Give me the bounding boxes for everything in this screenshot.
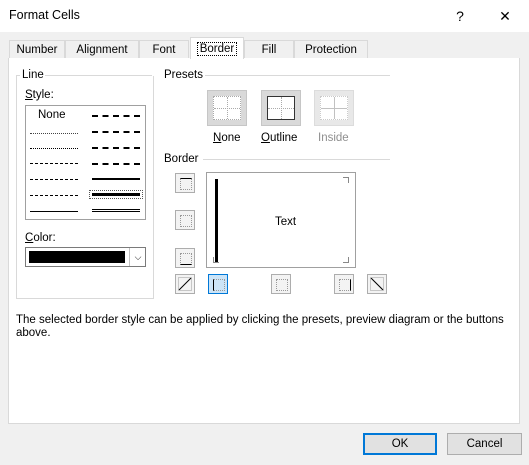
tab-fill[interactable]: Fill xyxy=(244,40,294,58)
tab-border-label: Border xyxy=(196,42,238,56)
style-dashed[interactable] xyxy=(30,195,78,196)
border-rule xyxy=(203,159,390,160)
border-bottom-button[interactable] xyxy=(175,248,195,268)
border-top-button[interactable] xyxy=(175,173,195,193)
style-list[interactable]: None xyxy=(25,105,146,220)
ok-button[interactable]: OK xyxy=(363,433,437,455)
tab-number[interactable]: Number xyxy=(9,40,65,58)
help-button[interactable]: ? xyxy=(449,6,471,26)
preset-none-button[interactable] xyxy=(207,90,247,126)
color-swatch xyxy=(29,251,125,263)
corner-mark xyxy=(343,257,349,263)
color-label: Color: xyxy=(25,232,56,244)
style-medium-dash-dot-dot[interactable] xyxy=(92,115,140,117)
diagonal-up-icon xyxy=(178,277,192,291)
style-none[interactable]: None xyxy=(38,109,66,121)
style-double[interactable] xyxy=(92,209,140,212)
style-dash-dot-dot[interactable] xyxy=(30,163,78,164)
border-inside-vertical-button[interactable] xyxy=(271,274,291,294)
hint-text: The selected border style can be applied… xyxy=(16,314,504,339)
presets-rule xyxy=(205,75,390,76)
border-right-button[interactable] xyxy=(334,274,354,294)
tab-alignment[interactable]: Alignment xyxy=(65,40,139,58)
corner-mark xyxy=(213,257,219,263)
corner-mark xyxy=(343,177,349,183)
close-button[interactable]: ✕ xyxy=(494,6,516,26)
tab-font[interactable]: Font xyxy=(139,40,189,58)
border-left-button[interactable] xyxy=(208,274,228,294)
preset-inside-button[interactable] xyxy=(314,90,354,126)
style-thin[interactable] xyxy=(30,211,78,212)
chevron-down-icon[interactable]: ⌵ xyxy=(129,248,146,266)
diagonal-down-icon xyxy=(370,277,384,291)
style-label: Style: xyxy=(25,89,54,101)
line-group-title: Line xyxy=(22,69,44,81)
cancel-button[interactable]: Cancel xyxy=(447,433,522,455)
line-group-rule-left xyxy=(16,75,20,76)
style-slant-dash-dot[interactable] xyxy=(92,131,140,133)
style-dash-dot[interactable] xyxy=(30,179,78,180)
window-title: Format Cells xyxy=(9,8,80,22)
style-medium-dash-dot[interactable] xyxy=(92,147,140,149)
style-hair[interactable] xyxy=(30,133,78,134)
line-group-rule-right xyxy=(45,75,152,76)
style-medium[interactable] xyxy=(92,178,140,180)
style-dotted[interactable] xyxy=(30,148,78,149)
preset-none-label: None xyxy=(213,132,241,144)
border-title: Border xyxy=(164,153,199,165)
border-diagonal-up-button[interactable] xyxy=(175,274,195,294)
style-medium-dashed[interactable] xyxy=(92,163,140,165)
border-inside-horizontal-button[interactable] xyxy=(175,210,195,230)
preset-outline-button[interactable] xyxy=(261,90,301,126)
color-dropdown[interactable]: ⌵ xyxy=(25,247,146,267)
border-diagonal-down-button[interactable] xyxy=(367,274,387,294)
presets-title: Presets xyxy=(164,69,203,81)
preview-text: Text xyxy=(275,216,297,228)
preview-left-border xyxy=(215,179,218,263)
preset-outline-label: Outline xyxy=(261,132,298,144)
style-thick[interactable] xyxy=(89,190,143,199)
preset-inside-label: Inside xyxy=(318,132,349,144)
tab-border[interactable]: Border xyxy=(190,37,244,59)
tab-protection[interactable]: Protection xyxy=(294,40,368,58)
border-preview[interactable]: Text xyxy=(206,172,356,268)
